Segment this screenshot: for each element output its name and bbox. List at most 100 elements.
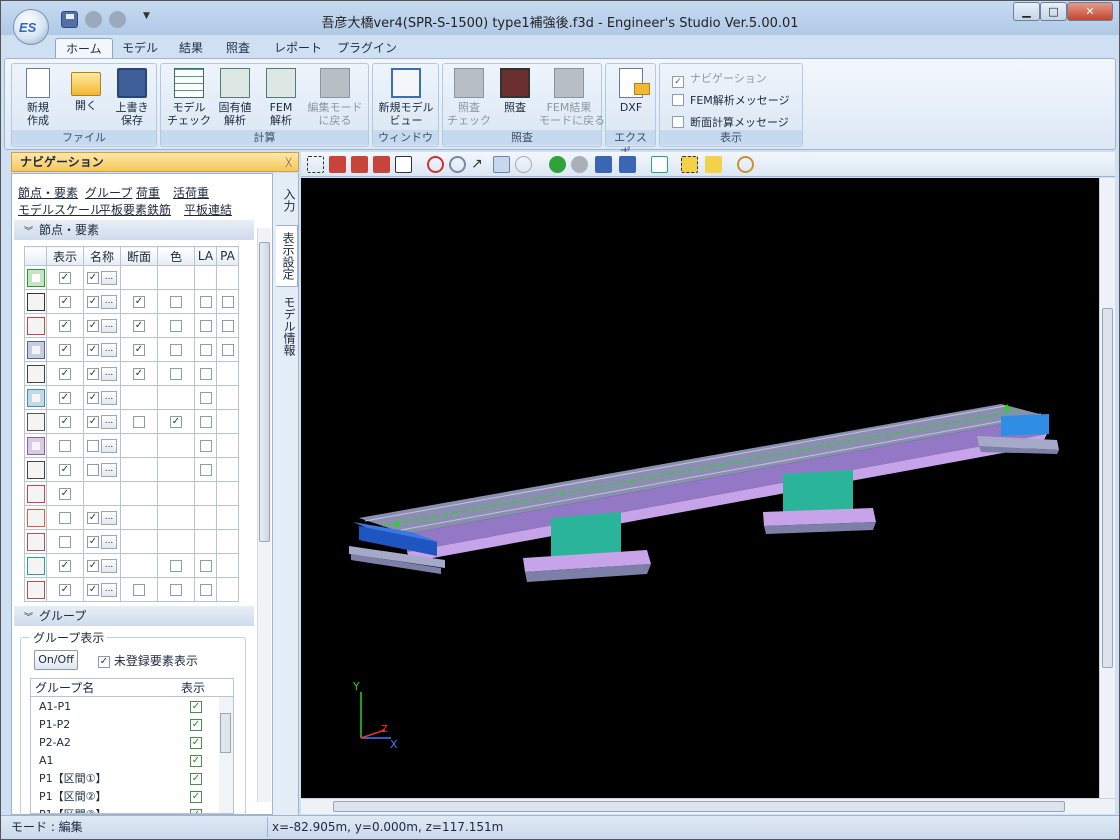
checkbox-icon[interactable]: ✓ [87,415,99,428]
checkbox-icon[interactable]: ✓ [59,416,71,428]
checkbox-icon[interactable]: ✓ [87,295,99,308]
checkbox-icon[interactable] [221,344,234,356]
name-cell[interactable]: ✓... [83,289,121,314]
name-cell[interactable]: ✓... [83,361,121,386]
nav-link-nodes[interactable]: 節点・要素 [18,184,78,201]
checkbox-icon[interactable] [170,296,182,308]
viewport-horizontal-scrollbar[interactable] [301,798,1115,814]
name-cell[interactable]: ✓... [83,577,121,602]
name-detail-button[interactable]: ... [101,390,117,405]
group-row[interactable]: P1【区間①】 ✓ [31,770,215,788]
pointer-select-icon[interactable] [651,156,668,173]
fem-button[interactable]: FEM 解析 [259,68,303,127]
orbit-icon[interactable] [515,156,532,173]
checkbox-icon[interactable]: ✓ [59,344,71,356]
checkbox-icon[interactable] [199,440,212,452]
show-cell[interactable]: ✓ [46,409,84,434]
name-cell[interactable]: ✓... [83,385,121,410]
checkbox-icon[interactable]: ✓ [133,320,145,332]
nav-link-load[interactable]: 荷重 [136,184,160,201]
checkbox-icon[interactable] [199,392,212,404]
section-nodes-header[interactable]: ︾ 節点・要素 [14,220,254,240]
show-cell[interactable] [46,433,84,458]
checkbox-icon[interactable]: ✓ [133,296,145,308]
checkbox-icon[interactable]: ✓ [87,391,99,404]
name-detail-button[interactable]: ... [101,318,117,333]
fem-result-mode-button[interactable]: FEM結果 モードに戻る [539,68,605,127]
name-detail-button[interactable]: ... [101,366,117,381]
tab-result[interactable]: 結果 [169,38,213,59]
checkbox-icon[interactable]: ✓ [133,368,145,380]
pa-cell[interactable] [216,337,239,362]
name-cell[interactable]: ... [83,457,121,482]
name-cell[interactable]: ✓... [83,265,121,290]
maximize-button[interactable]: □ [1040,2,1067,21]
name-detail-button[interactable]: ... [101,462,117,477]
checkbox-icon[interactable]: ✓ [59,464,71,476]
section-cell[interactable]: ✓ [120,313,158,338]
checkbox-icon[interactable] [170,320,182,332]
group-show-checkbox[interactable]: ✓ [190,809,202,813]
color-cell[interactable]: ✓ [157,409,195,434]
view-3d-icon[interactable] [329,156,346,173]
checkbox-icon[interactable]: ✓ [87,583,99,596]
show-cell[interactable]: ✓ [46,577,84,602]
show-cell[interactable]: ✓ [46,265,84,290]
group-show-checkbox[interactable]: ✓ [190,791,202,803]
checkbox-icon[interactable] [170,368,182,380]
app-menu-button[interactable]: ES [13,9,49,45]
section-message-checkbox[interactable]: 断面計算メッセージ [672,114,789,130]
checkbox-icon[interactable] [170,584,182,596]
new-button[interactable]: 新規 作成 [16,68,60,127]
side-tab-model-info[interactable]: モデル情報 [276,291,298,361]
la-cell[interactable] [194,289,217,314]
checkbox-icon[interactable] [199,320,212,332]
tab-report[interactable]: レポート [264,38,332,59]
name-cell[interactable]: ✓... [83,337,121,362]
la-cell[interactable] [194,457,217,482]
checkbox-icon[interactable]: ✓ [59,296,71,308]
checkbox-icon[interactable]: ✓ [87,559,99,572]
onoff-button[interactable]: On/Off [34,650,78,670]
nav-link-group[interactable]: グループ [85,184,132,201]
group-show-checkbox[interactable]: ✓ [190,719,202,731]
tab-model[interactable]: モデル [112,38,168,59]
checkbox-icon[interactable]: ✓ [87,511,99,524]
checkbox-icon[interactable] [199,344,212,356]
show-cell[interactable]: ✓ [46,481,84,506]
section-cell[interactable]: ✓ [120,361,158,386]
name-cell[interactable]: ✓... [83,529,121,554]
section-cell[interactable] [120,409,158,434]
tab-check[interactable]: 照査 [216,38,260,59]
group-show-checkbox[interactable]: ✓ [190,737,202,749]
model-check-button[interactable]: モデル チェック [167,68,211,127]
navigation-checkbox[interactable]: ✓ ナビゲーション [672,70,767,88]
group-row[interactable]: A1-P1 ✓ [31,698,215,716]
show-cell[interactable]: ✓ [46,337,84,362]
tab-home[interactable]: ホーム [55,38,113,59]
name-detail-button[interactable]: ... [101,510,117,525]
open-button[interactable]: 開く [64,68,108,112]
check-check-button[interactable]: 照査 チェック [447,68,491,127]
checkbox-icon[interactable]: ✓ [59,488,71,500]
name-detail-button[interactable]: ... [101,294,117,309]
show-cell[interactable]: ✓ [46,385,84,410]
tab-plugin[interactable]: プラグイン [327,38,407,59]
name-detail-button[interactable]: ... [101,414,117,429]
viewport-vscroll-thumb[interactable] [1102,308,1113,668]
name-cell[interactable]: ... [83,433,121,458]
checkbox-icon[interactable] [59,512,71,524]
nav-link-plate-rebar[interactable]: 平板要素鉄筋 [99,201,171,218]
show-cell[interactable]: ✓ [46,457,84,482]
checkbox-icon[interactable]: ✓ [87,535,99,548]
checkbox-icon[interactable]: ✓ [170,416,182,428]
filter-select-icon[interactable] [705,156,722,173]
name-cell[interactable]: ✓... [83,553,121,578]
nav-link-plate-connect[interactable]: 平板連結 [184,201,232,218]
save-button[interactable]: 上書き 保存 [110,68,154,127]
fem-message-checkbox[interactable]: FEM解析メッセージ [672,92,790,108]
pin-icon[interactable]: ᚷ [285,154,292,172]
zoom-out-icon[interactable] [449,156,466,173]
checkbox-icon[interactable]: ✓ [59,560,71,572]
edit-mode-button[interactable]: 編集モード に戻る [307,68,363,127]
